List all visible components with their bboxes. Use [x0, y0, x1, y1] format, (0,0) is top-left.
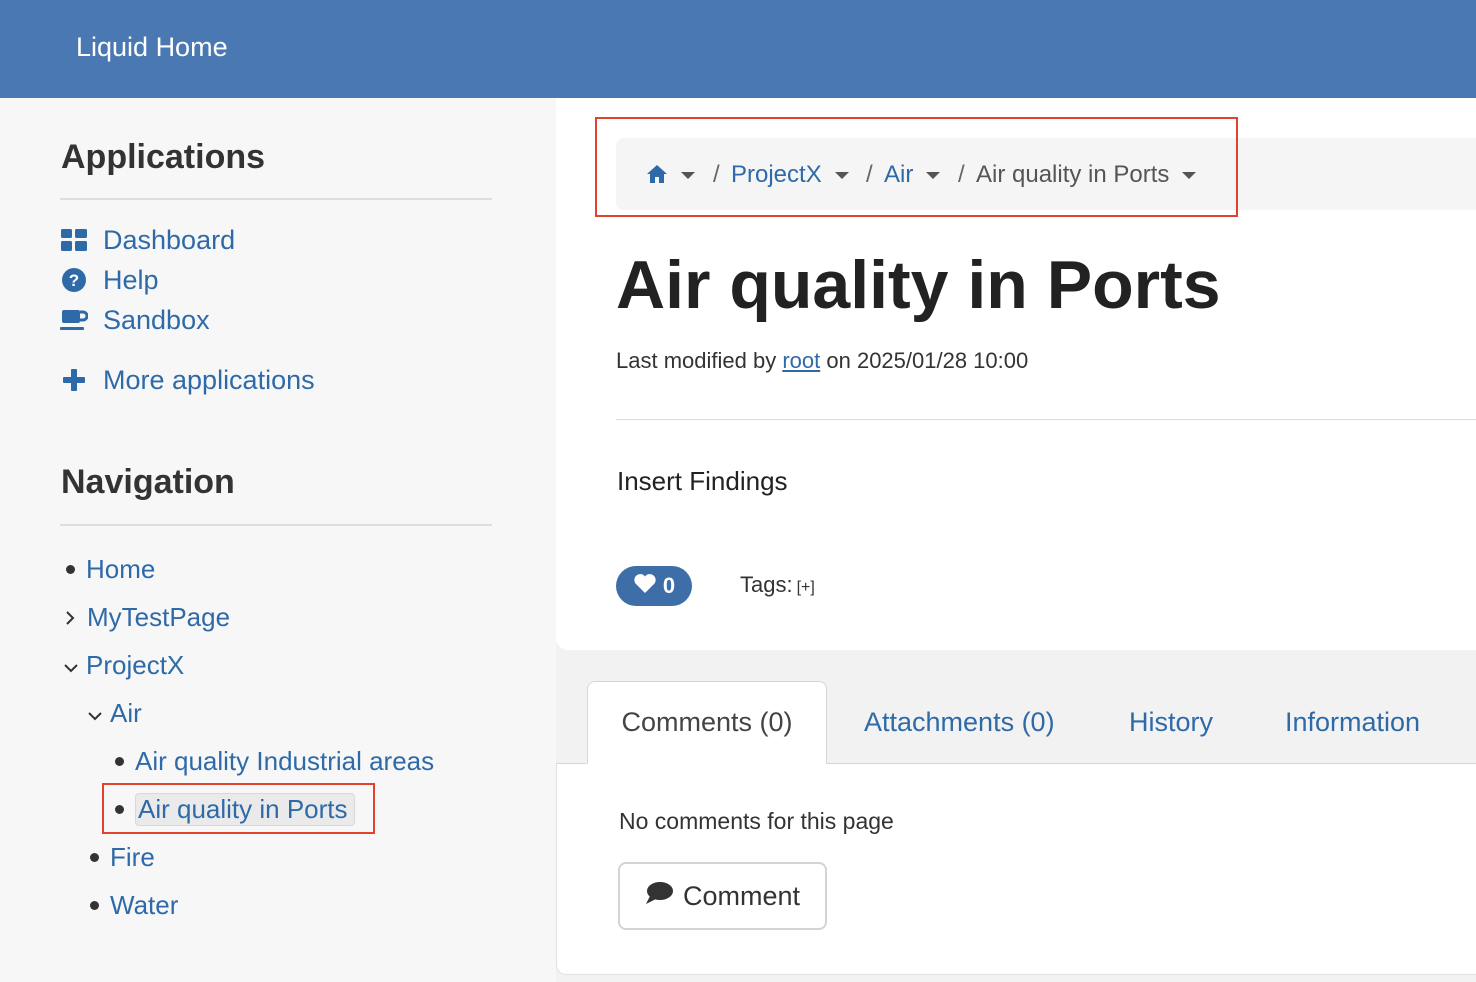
- more-applications-link[interactable]: More applications: [60, 364, 315, 396]
- highlight-box: [102, 783, 375, 834]
- svg-text:?: ?: [69, 271, 79, 290]
- no-comments-message: No comments for this page: [619, 808, 894, 834]
- comment-button[interactable]: Comment: [618, 862, 827, 930]
- heart-icon: [633, 573, 657, 600]
- nav-item-home[interactable]: Home: [66, 552, 155, 586]
- plus-icon: [60, 366, 88, 394]
- tab-history[interactable]: History: [1129, 681, 1213, 764]
- top-navbar: Liquid Home: [0, 0, 1476, 98]
- page-body-text: Insert Findings: [617, 466, 788, 496]
- tags: Tags: [+]: [740, 572, 815, 598]
- author-link[interactable]: root: [782, 348, 820, 373]
- brand-link[interactable]: Liquid Home: [76, 32, 228, 63]
- tags-label: Tags:: [740, 572, 793, 597]
- bullet-icon: [66, 564, 75, 574]
- nav-item-label: Air quality Industrial areas: [135, 745, 435, 776]
- bullet-icon: [115, 756, 124, 766]
- tab-information[interactable]: Information: [1285, 681, 1420, 764]
- navigation-panel-title: Navigation: [61, 463, 235, 501]
- divider: [616, 419, 1476, 420]
- like-count: 0: [662, 573, 676, 598]
- nav-item-label: Home: [86, 553, 156, 584]
- app-link-dashboard[interactable]: Dashboard: [60, 224, 235, 256]
- app-link-help[interactable]: ? Help: [60, 264, 159, 296]
- comment-bubble-icon: [645, 881, 673, 912]
- modified-prefix: Last modified by: [616, 348, 777, 373]
- divider: [60, 524, 492, 526]
- bullet-icon: [90, 852, 99, 862]
- nav-item-mytestpage[interactable]: MyTestPage: [64, 600, 230, 634]
- nav-item-label: Water: [110, 889, 179, 920]
- page-title: Air quality in Ports: [616, 247, 1221, 323]
- app-link-sandbox[interactable]: Sandbox: [60, 304, 210, 336]
- nav-item-projectx[interactable]: ProjectX: [63, 648, 184, 682]
- dashboard-icon: [60, 226, 88, 254]
- tab-attachments[interactable]: Attachments (0): [864, 681, 1055, 764]
- app-link-label: More applications: [103, 364, 315, 395]
- comment-button-label: Comment: [682, 880, 801, 911]
- add-tag-link[interactable]: [+]: [797, 579, 815, 596]
- nav-item-label: Air: [110, 697, 142, 728]
- nav-item-label: MyTestPage: [87, 601, 231, 632]
- divider: [60, 198, 492, 200]
- applications-panel-title: Applications: [61, 138, 266, 176]
- nav-item-label: Fire: [110, 841, 155, 872]
- chevron-right-icon[interactable]: [64, 602, 80, 633]
- modified-date: on 2025/01/28 10:00: [826, 348, 1029, 373]
- nav-item-air[interactable]: Air: [87, 696, 142, 730]
- chevron-down-icon[interactable]: [87, 698, 103, 729]
- tab-comments[interactable]: Comments (0): [587, 681, 827, 764]
- app-link-label: Help: [103, 264, 159, 295]
- coffee-cup-icon: [60, 306, 88, 334]
- highlight-box: [595, 117, 1238, 217]
- app-link-label: Sandbox: [103, 304, 210, 335]
- bullet-icon: [90, 900, 99, 910]
- nav-item-label: ProjectX: [86, 649, 185, 680]
- last-modified-info: Last modified by root on 2025/01/28 10:0…: [616, 348, 1028, 374]
- app-link-label: Dashboard: [103, 224, 236, 255]
- chevron-down-icon[interactable]: [63, 650, 79, 681]
- help-icon: ?: [60, 266, 88, 294]
- like-button[interactable]: 0: [616, 566, 692, 606]
- nav-item-water[interactable]: Water: [90, 888, 178, 922]
- nav-item-air-quality-industrial-areas[interactable]: Air quality Industrial areas: [115, 744, 434, 778]
- nav-item-fire[interactable]: Fire: [90, 840, 155, 874]
